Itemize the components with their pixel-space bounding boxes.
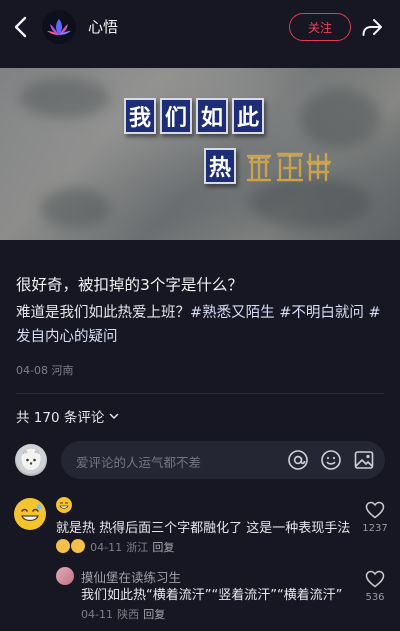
author-name[interactable]: 心悟 <box>88 16 118 37</box>
hashtag-link[interactable]: #不明白就问 <box>279 305 364 321</box>
hashtag-link[interactable]: #熟悉又陌生 <box>190 305 275 321</box>
reply-body: 我们如此热“横着流汗”“竖着流汗”“横着流汗” <box>81 588 343 603</box>
post-body-text: 难道是我们如此热爱上班？ <box>16 305 190 321</box>
author-avatar[interactable] <box>42 10 76 44</box>
chevron-down-icon <box>110 413 119 420</box>
top-bar: 心悟 关注 <box>0 0 400 56</box>
sign-char: 此 <box>232 98 264 134</box>
post-location: 河南 <box>51 364 74 377</box>
back-arrow-icon[interactable] <box>10 14 34 40</box>
comment-location: 浙江 <box>126 541 149 554</box>
comment-body: 就是热 热得后面三个字都融化了 这是一种表现手法 <box>56 521 351 536</box>
reply-like-button[interactable]: 536 <box>360 570 390 603</box>
heart-icon <box>365 501 385 519</box>
lotus-icon <box>47 19 71 35</box>
share-icon[interactable] <box>359 14 385 40</box>
post-title: 很好奇，被扣掉的3个字是什么？ <box>16 276 243 294</box>
reply-text: 我们如此热“横着流汗”“竖着流汗”“横着流汗” 04-11 陕西 回复 <box>81 586 353 624</box>
follow-button[interactable]: 关注 <box>289 13 351 41</box>
sign-line-2: 热 <box>204 148 236 184</box>
image-icon[interactable] <box>353 449 375 471</box>
commenter-avatar[interactable] <box>14 498 46 530</box>
replier-name[interactable]: 摸仙堡在读练习生 <box>81 567 181 586</box>
my-avatar[interactable] <box>15 444 47 476</box>
comment-count-label: 共 170 条评论 <box>16 410 105 426</box>
post-date: 04-08 <box>16 364 48 377</box>
sign-char: 热 <box>204 148 236 184</box>
comment-reply-button[interactable]: 回复 <box>152 541 174 554</box>
divider <box>16 393 384 394</box>
sign-char: 如 <box>196 98 228 134</box>
replier-avatar[interactable] <box>56 567 74 585</box>
comment-date: 04-11 <box>90 541 123 554</box>
sign-line-1: 我 们 如 此 <box>124 98 264 134</box>
post-image[interactable]: 我 们 如 此 热 <box>0 68 400 240</box>
reply-location: 陕西 <box>117 608 140 621</box>
sweat-smile-emoji-icon <box>15 499 45 529</box>
comment-like-button[interactable]: 1237 <box>360 501 390 534</box>
comment-like-count: 1237 <box>362 523 388 534</box>
heart-icon <box>365 570 385 588</box>
comment-text: 就是热 热得后面三个字都融化了 这是一种表现手法 04-11 浙江 回复 <box>56 519 356 557</box>
comment-count[interactable]: 共 170 条评论 <box>16 406 120 426</box>
comment-input[interactable]: 爱评论的人运气都不差 <box>61 441 385 479</box>
reply-date: 04-11 <box>81 608 113 621</box>
sign-char: 们 <box>160 98 192 134</box>
commenter-name-emoji-icon[interactable] <box>56 497 72 513</box>
emoji-icon <box>56 539 70 553</box>
post-body: 难道是我们如此热爱上班？#熟悉又陌生 #不明白就问 #发自内心的疑问 <box>16 301 386 349</box>
comment-input-placeholder: 爱评论的人运气都不差 <box>76 455 202 470</box>
dog-avatar-icon <box>22 450 40 470</box>
emoji-icon[interactable] <box>320 449 342 471</box>
emoji-icon <box>71 539 85 553</box>
at-icon[interactable] <box>287 449 309 471</box>
melted-characters <box>246 152 332 182</box>
sign-char: 我 <box>124 98 156 134</box>
reply-like-count: 536 <box>365 592 385 603</box>
reply-reply-button[interactable]: 回复 <box>143 608 165 621</box>
post-meta: 04-08 河南 <box>16 362 73 378</box>
